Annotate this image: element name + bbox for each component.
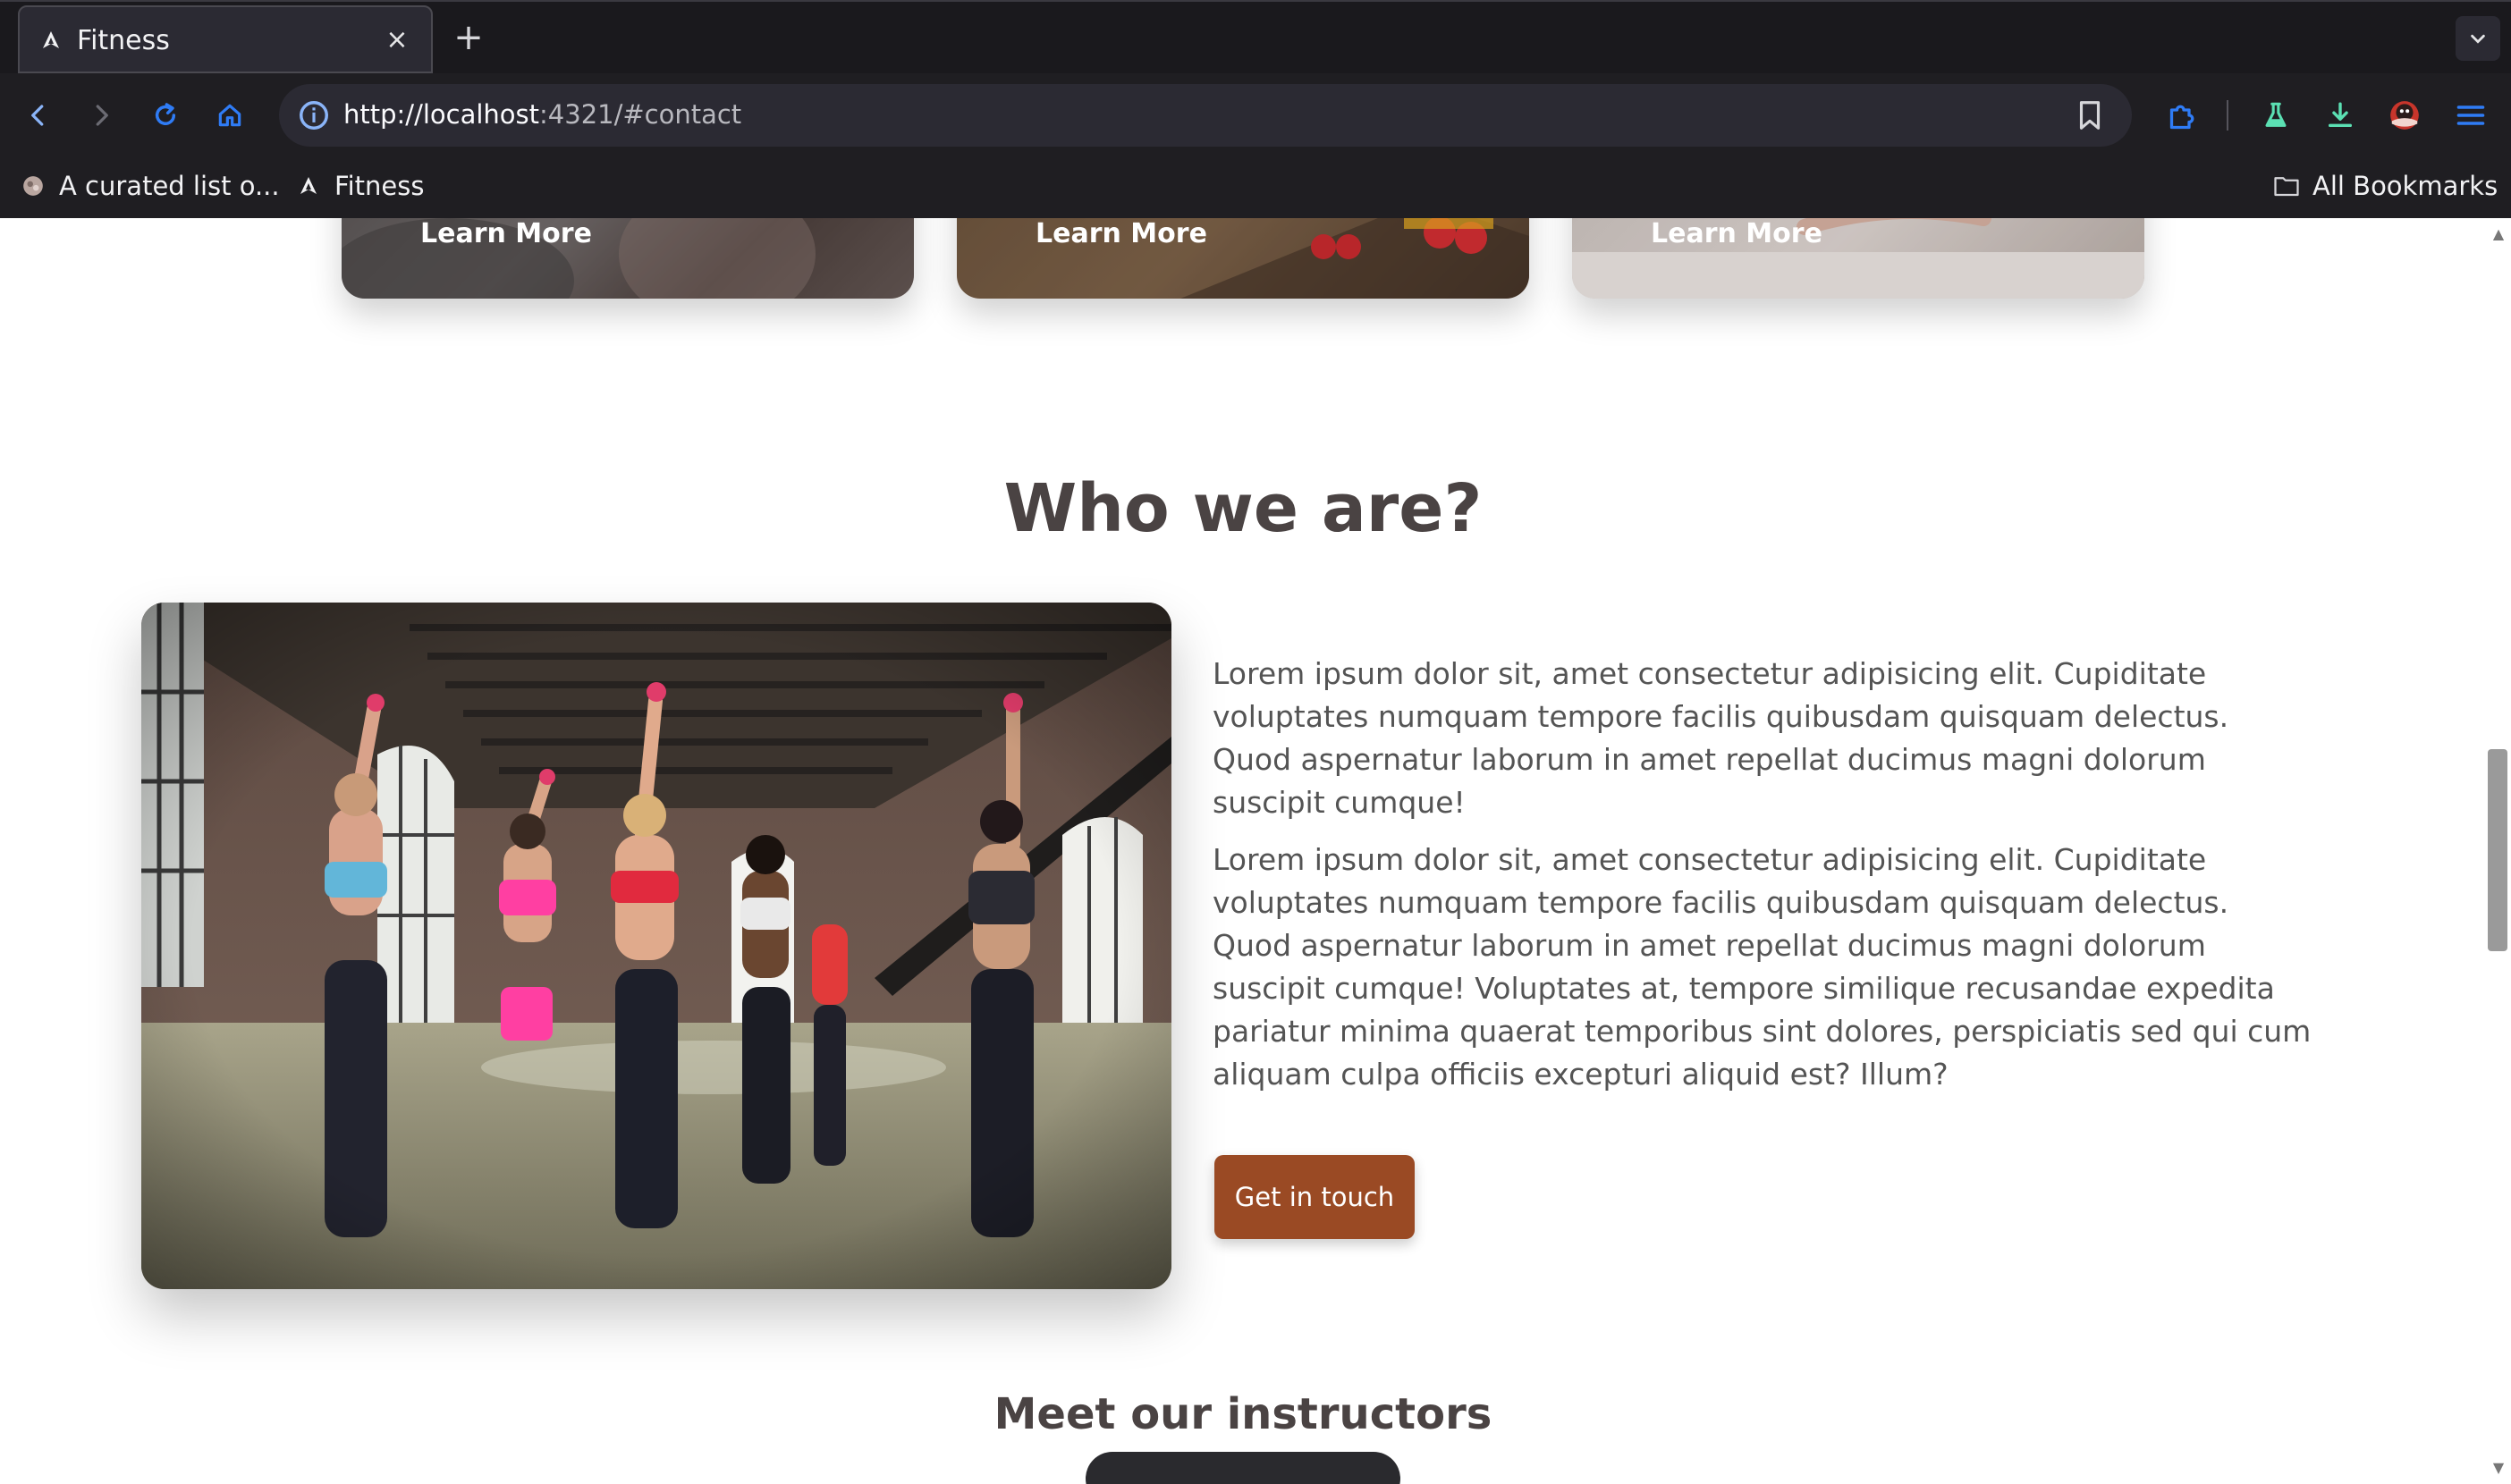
tab-fitness[interactable]: Fitness × [18,5,433,73]
toolbar-separator [2227,100,2228,131]
tab-title: Fitness [77,25,170,56]
address-bar[interactable]: http://localhost:4321/#contact [279,84,2132,147]
about-paragraph-1: Lorem ipsum dolor sit, amet consectetur … [1213,656,2229,820]
all-bookmarks-folder[interactable]: All Bookmarks [2273,166,2498,206]
learn-more-link[interactable]: Learn More [1651,218,1822,249]
group-fitness-photo [141,603,1171,1289]
puzzle-piece-icon [2169,105,2194,130]
url-path: :4321/#contact [539,99,742,130]
home-button[interactable] [209,95,250,136]
learn-more-link[interactable]: Learn More [1036,218,1207,249]
url-host: http://localhost [343,99,540,130]
get-in-touch-button[interactable]: Get in touch [1214,1155,1415,1239]
bookmark-fitness[interactable]: Fitness [295,166,424,206]
flask-icon [2265,102,2287,127]
section-title-instructors: Meet our instructors [993,1389,1492,1439]
close-tab-icon[interactable]: × [379,21,415,57]
page-content: Learn More Learn More Learn More Who we … [0,218,2486,1484]
forward-arrow-icon [96,105,108,126]
tab-bar: Fitness × + [0,0,2511,73]
reload-button[interactable] [145,95,186,136]
extensions-button[interactable] [2160,95,2202,136]
scroll-down-arrow-icon[interactable]: ▼ [2491,1461,2506,1475]
downloads-button[interactable] [2320,95,2361,136]
fitness-class-image [141,603,1171,1289]
avatar-icon [2390,101,2419,130]
scrollbar-thumb[interactable] [2488,749,2507,951]
home-icon [218,104,241,127]
scroll-up-arrow-icon[interactable]: ▲ [2491,227,2506,241]
service-card: Learn More [1572,218,2144,299]
navigation-toolbar: http://localhost:4321/#contact [0,73,2511,156]
all-bookmarks-label: All Bookmarks [2312,171,2498,201]
section-title-who-we-are: Who we are? [1003,470,1483,547]
list-all-tabs-button[interactable] [2456,16,2500,61]
dev-toolbar[interactable] [1086,1452,1400,1484]
account-button[interactable] [2384,95,2425,136]
about-paragraph-2: Lorem ipsum dolor sit, amet consectetur … [1213,842,2312,1092]
service-card: Learn More [342,218,914,299]
page-scrollbar[interactable]: ▲ ▼ [2486,218,2511,1484]
labs-button[interactable] [2255,95,2296,136]
folder-icon [2273,173,2300,199]
service-card: Learn More [957,218,1529,299]
download-icon [2328,102,2353,128]
forward-button[interactable] [80,95,122,136]
site-favicon-icon [38,27,64,54]
browser-chrome: Fitness × + http://localhost:4321/#conta… [0,0,2511,218]
hamburger-menu-icon [2456,105,2485,125]
bookmark-curated-list[interactable]: A curated list o... [20,166,280,206]
bookmark-favicon-icon [20,173,46,199]
site-info-icon[interactable] [297,98,331,132]
bookmark-label: A curated list o... [59,171,280,201]
bookmarks-toolbar: A curated list o... Fitness All Bookmark… [0,156,2511,218]
new-tab-button[interactable]: + [449,17,488,58]
bookmark-page-icon[interactable] [2073,98,2107,132]
learn-more-link[interactable]: Learn More [420,218,592,249]
chevron-down-icon [2471,34,2485,44]
app-menu-button[interactable] [2450,95,2491,136]
reload-icon [155,103,176,125]
bookmark-label: Fitness [334,171,425,201]
back-button[interactable] [18,95,59,136]
site-favicon-icon [295,173,322,199]
url-text[interactable]: http://localhost:4321/#contact [343,99,741,130]
back-arrow-icon [31,105,44,126]
